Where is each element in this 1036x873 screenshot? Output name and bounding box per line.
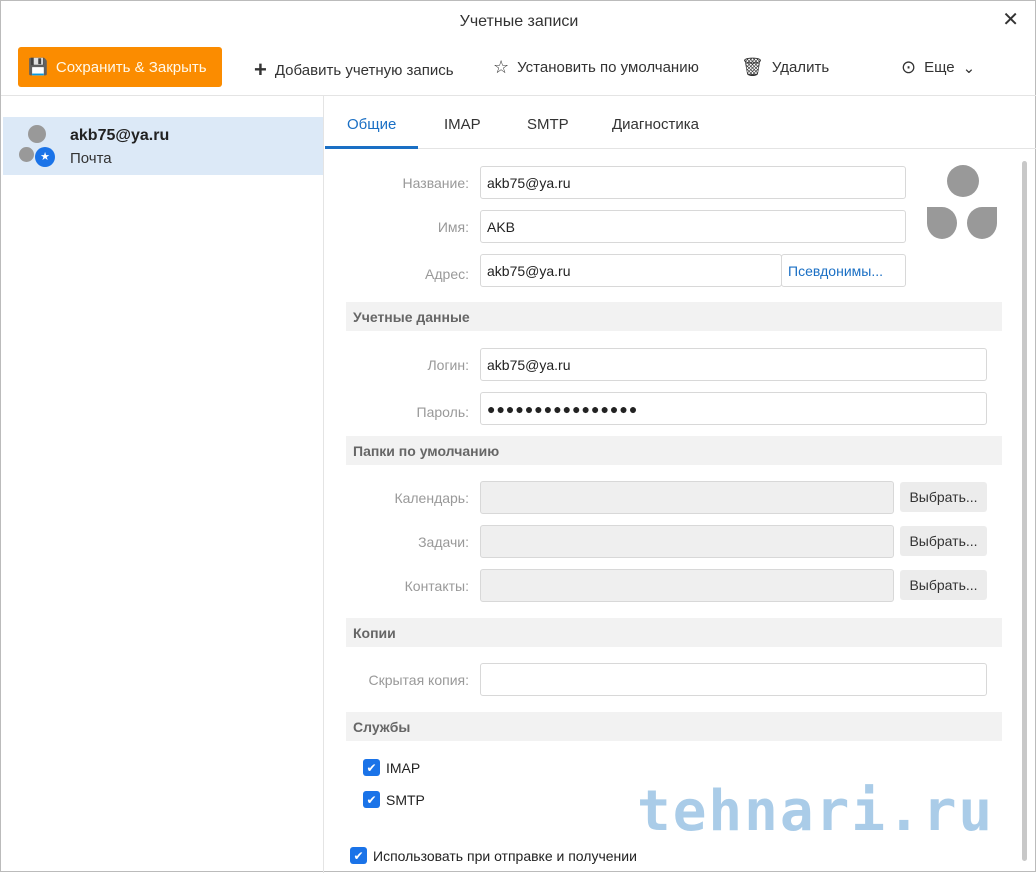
window-title: Учетные записи bbox=[459, 13, 579, 30]
account-item[interactable]: ★ akb75@ya.ru Почта bbox=[3, 117, 323, 175]
imap-label: IMAP bbox=[386, 760, 421, 776]
save-close-button[interactable]: 💾 Сохранить & Закрыть bbox=[18, 47, 222, 87]
account-list bbox=[1, 96, 324, 873]
credentials-section: Учетные данные bbox=[346, 302, 1002, 331]
imap-checkbox[interactable]: ✔ bbox=[363, 759, 380, 776]
star-badge-icon: ★ bbox=[35, 147, 55, 167]
person-input[interactable]: AKB bbox=[480, 210, 906, 243]
use-send-receive-checkbox[interactable]: ✔ bbox=[350, 847, 367, 864]
avatar: ★ bbox=[19, 125, 55, 167]
tab-imap[interactable]: IMAP bbox=[444, 116, 481, 133]
bcc-input[interactable] bbox=[480, 663, 987, 696]
tab-diagnostics[interactable]: Диагностика bbox=[612, 116, 699, 133]
smtp-checkbox[interactable]: ✔ bbox=[363, 791, 380, 808]
tab-general[interactable]: Общие bbox=[347, 116, 396, 133]
delete-button[interactable]: 🗑 Удалить bbox=[741, 57, 829, 78]
calendar-label: Календарь: bbox=[394, 490, 469, 506]
account-email: akb75@ya.ru bbox=[70, 127, 170, 144]
address-label: Адрес: bbox=[425, 266, 469, 282]
watermark: tehnari.ru bbox=[637, 779, 995, 844]
scrollbar[interactable] bbox=[1022, 161, 1027, 861]
set-default-button[interactable]: ☆ Установить по умолчанию bbox=[493, 57, 699, 78]
address-input[interactable]: akb75@ya.ru bbox=[480, 254, 782, 287]
use-send-receive-label: Использовать при отправке и получении bbox=[373, 848, 637, 864]
folders-section: Папки по умолчанию bbox=[346, 436, 1002, 465]
contacts-input bbox=[480, 569, 894, 602]
person-label: Имя: bbox=[437, 219, 469, 235]
star-icon: ☆ bbox=[493, 57, 510, 77]
floppy-icon: 💾 bbox=[28, 59, 48, 76]
account-type: Почта bbox=[70, 150, 112, 167]
password-input[interactable]: ●●●●●●●●●●●●●●●● bbox=[480, 392, 987, 425]
active-tab-indicator bbox=[325, 146, 418, 149]
name-input[interactable]: akb75@ya.ru bbox=[480, 166, 906, 199]
copies-section: Копии bbox=[346, 618, 1002, 647]
tasks-input bbox=[480, 525, 894, 558]
contacts-label: Контакты: bbox=[404, 578, 469, 594]
tab-smtp[interactable]: SMTP bbox=[527, 116, 569, 133]
close-icon[interactable]: ✕ bbox=[1002, 7, 1019, 32]
trash-icon: 🗑 bbox=[741, 57, 764, 77]
chevron-down-icon: ⌄ bbox=[962, 59, 976, 77]
contact-avatar[interactable] bbox=[925, 165, 1001, 241]
bcc-label: Скрытая копия: bbox=[368, 672, 469, 688]
name-label: Название: bbox=[402, 175, 469, 191]
choose-tasks-button[interactable]: Выбрать... bbox=[900, 526, 987, 556]
tasks-label: Задачи: bbox=[418, 534, 469, 550]
more-icon: ⊙ bbox=[901, 57, 917, 77]
calendar-input bbox=[480, 481, 894, 514]
smtp-label: SMTP bbox=[386, 792, 425, 808]
login-input[interactable]: akb75@ya.ru bbox=[480, 348, 987, 381]
aliases-button[interactable]: Псевдонимы... bbox=[781, 254, 906, 287]
choose-contacts-button[interactable]: Выбрать... bbox=[900, 570, 987, 600]
more-button[interactable]: ⊙ Еще ⌄ bbox=[901, 57, 975, 78]
add-account-button[interactable]: + Добавить учетную запись bbox=[254, 57, 454, 83]
password-label: Пароль: bbox=[416, 404, 469, 420]
plus-icon: + bbox=[254, 57, 267, 82]
login-label: Логин: bbox=[427, 357, 469, 373]
choose-calendar-button[interactable]: Выбрать... bbox=[900, 482, 987, 512]
services-section: Службы bbox=[346, 712, 1002, 741]
